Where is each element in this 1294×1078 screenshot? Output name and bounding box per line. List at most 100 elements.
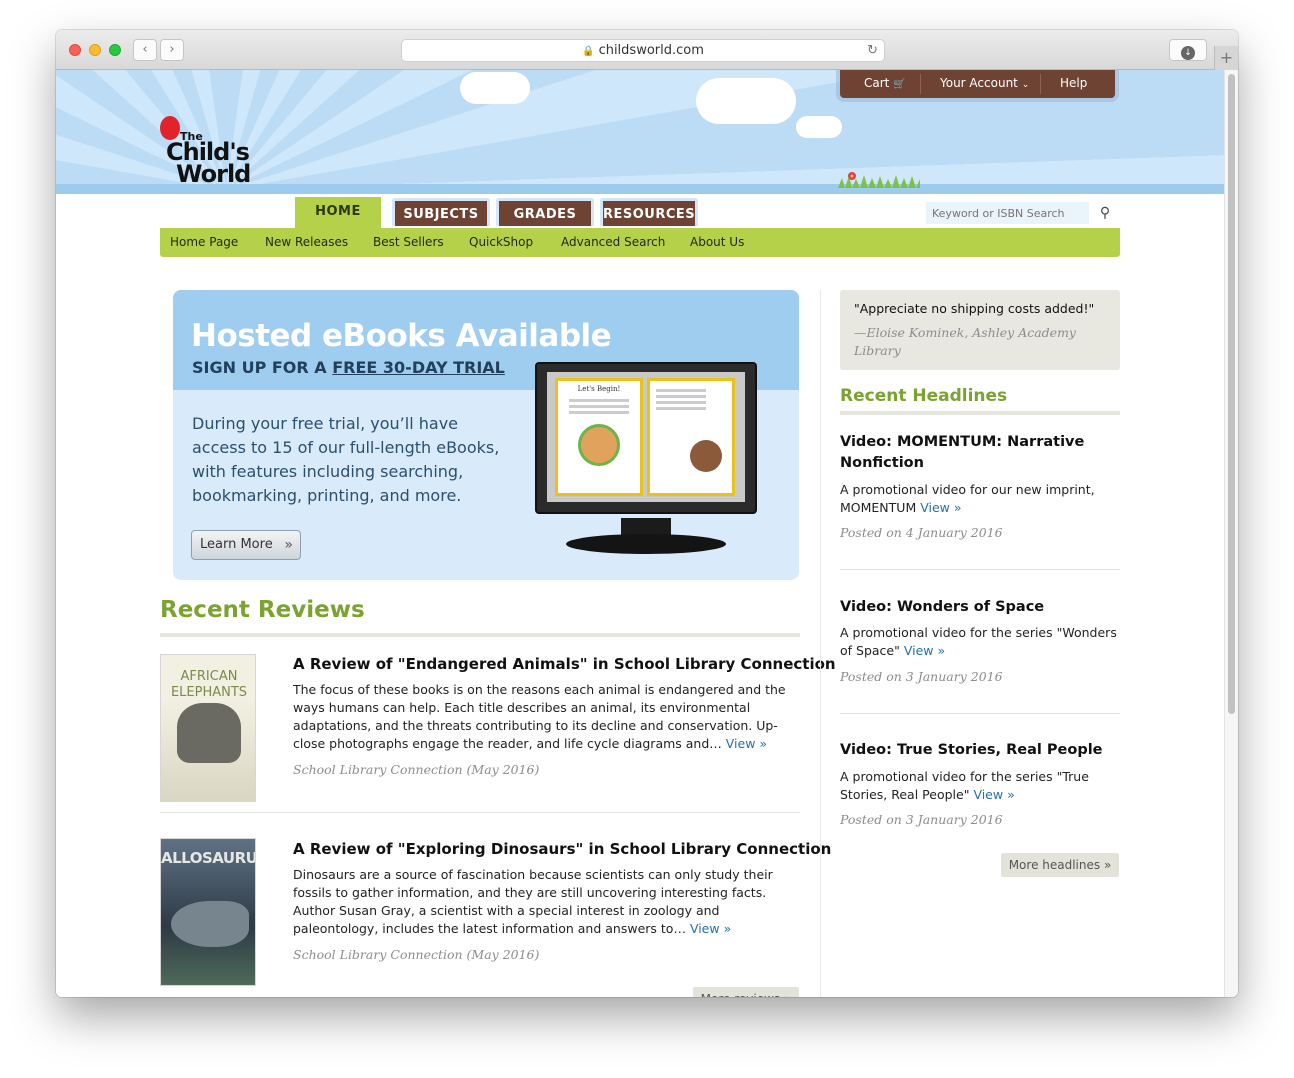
browser-toolbar: ‹ › 🔒 childsworld.com ↻ ↓ + <box>56 30 1238 70</box>
divider <box>160 812 800 813</box>
minimize-window-button[interactable] <box>89 44 101 56</box>
menu-divider <box>920 74 921 94</box>
section-rule <box>840 411 1120 415</box>
allosaurus-cover[interactable]: ALLOSAURUS <box>160 838 256 986</box>
cover-title: AFRICAN ELEPHANTS <box>170 669 248 700</box>
new-tab-button[interactable]: + <box>1214 46 1238 70</box>
keyword-isbn-search-input[interactable] <box>926 202 1089 224</box>
ebook-screen: Let's Begin! <box>547 372 745 502</box>
address-bar[interactable]: 🔒 childsworld.com ↻ <box>401 39 885 62</box>
zoom-window-button[interactable] <box>109 44 121 56</box>
tab-home[interactable]: HOME <box>292 194 384 232</box>
review-title[interactable]: A Review of "Endangered Animals" in Scho… <box>293 655 836 673</box>
subnav-home-page[interactable]: Home Page <box>170 228 238 257</box>
subnav-best-sellers[interactable]: Best Sellers <box>373 228 444 257</box>
monitor-base <box>566 534 726 554</box>
subnav-quickshop[interactable]: QuickShop <box>469 228 533 257</box>
lock-icon: 🔒 <box>582 46 595 57</box>
headline-title[interactable]: Video: True Stories, Real People <box>840 740 1120 761</box>
search-icon[interactable]: ⚲ <box>1094 202 1116 224</box>
headline-date: Posted on 4 January 2016 <box>840 525 1003 540</box>
your-account-link[interactable]: Your Account ⌄ <box>940 70 1029 98</box>
divider <box>840 713 1120 714</box>
monitor-illustration: Let's Begin! <box>535 362 757 514</box>
headline-title[interactable]: Video: Wonders of Space <box>840 597 1120 618</box>
banner-subtitle: SIGN UP FOR A FREE 30-DAY TRIAL <box>192 358 505 377</box>
chevron-down-icon: ⌄ <box>1021 80 1030 90</box>
headline-text: A promotional video for the series "True… <box>840 768 1125 804</box>
childs-world-logo[interactable]: The Child's World <box>156 116 276 188</box>
cloud-decoration <box>460 72 530 104</box>
recent-reviews-heading: Recent Reviews <box>160 597 365 623</box>
cover-title: ALLOSAURUS <box>161 849 255 867</box>
download-icon: ↓ <box>1181 46 1195 60</box>
headline-description: A promotional video for the series "True… <box>840 769 1089 802</box>
tab-grades[interactable]: GRADES <box>496 198 594 226</box>
review-source: School Library Connection (May 2016) <box>293 947 540 962</box>
divider <box>840 569 1120 570</box>
view-link[interactable]: View » <box>726 736 767 751</box>
banner-title: Hosted eBooks Available <box>191 318 612 354</box>
reload-icon[interactable]: ↻ <box>867 40 878 61</box>
balloon-icon <box>160 116 180 140</box>
tab-subjects[interactable]: SUBJECTS <box>392 198 490 226</box>
elephant-image <box>177 703 241 763</box>
hosted-ebooks-banner[interactable]: Hosted eBooks Available SIGN UP FOR A FR… <box>173 290 799 580</box>
subnav-about-us[interactable]: About Us <box>690 228 744 257</box>
testimonial-quote: "Appreciate no shipping costs added!" <box>854 301 1095 316</box>
review-text: The focus of these books is on the reaso… <box>293 682 786 751</box>
view-link[interactable]: View » <box>973 787 1014 802</box>
cloud-decoration <box>696 78 796 124</box>
ebook-page-right <box>647 378 735 496</box>
grass-flower-decoration <box>838 172 920 188</box>
browser-window: ‹ › 🔒 childsworld.com ↻ ↓ + Cart 🛒 Your A… <box>56 30 1238 997</box>
sub-navigation: Home Page New Releases Best Sellers Quic… <box>160 228 1120 257</box>
url-text: childsworld.com <box>598 43 704 58</box>
double-chevron-icon: » <box>284 537 293 553</box>
cart-label: Cart <box>864 76 890 90</box>
ebook-page-heading: Let's Begin! <box>577 385 621 393</box>
forward-button[interactable]: › <box>160 39 184 61</box>
your-account-label: Your Account <box>940 76 1018 90</box>
cloud-decoration <box>796 116 842 138</box>
african-elephants-cover[interactable]: AFRICAN ELEPHANTS <box>160 654 256 802</box>
dinosaur-image <box>171 901 249 947</box>
review-excerpt: Dinosaurs are a source of fascination be… <box>293 866 798 938</box>
tab-resources[interactable]: RESOURCES <box>600 198 698 226</box>
recent-headlines-heading: Recent Headlines <box>840 386 1008 406</box>
headline-date: Posted on 3 January 2016 <box>840 812 1003 827</box>
view-link[interactable]: View » <box>690 921 731 936</box>
web-page: Cart 🛒 Your Account ⌄ Help The Child's W… <box>56 70 1224 997</box>
close-window-button[interactable] <box>69 44 81 56</box>
free-trial-link[interactable]: FREE 30-DAY TRIAL <box>332 358 505 377</box>
vertical-scrollbar[interactable] <box>1224 70 1238 997</box>
menu-divider <box>1040 74 1041 94</box>
review-title[interactable]: A Review of "Exploring Dinosaurs" in Sch… <box>293 840 831 858</box>
subnav-advanced-search[interactable]: Advanced Search <box>561 228 665 257</box>
back-button[interactable]: ‹ <box>133 39 157 61</box>
headline-text: A promotional video for the series "Wond… <box>840 624 1125 660</box>
banner-body: During your free trial, you’ll have acce… <box>192 414 500 505</box>
cart-icon: 🛒 <box>893 79 906 90</box>
ebook-page-left: Let's Begin! <box>555 378 643 496</box>
view-link[interactable]: View » <box>904 643 945 658</box>
downloads-button[interactable]: ↓ <box>1169 39 1207 61</box>
learn-more-label: Learn More <box>200 537 273 552</box>
help-link[interactable]: Help <box>1060 70 1087 98</box>
headline-title[interactable]: Video: MOMENTUM: Narrative Nonfiction <box>840 432 1120 474</box>
section-rule <box>160 633 800 637</box>
more-headlines-button[interactable]: More headlines » <box>1001 853 1119 877</box>
testimonial-box: "Appreciate no shipping costs added!" —E… <box>840 290 1120 370</box>
subnav-new-releases[interactable]: New Releases <box>265 228 348 257</box>
review-excerpt: The focus of these books is on the reaso… <box>293 681 798 753</box>
cart-link[interactable]: Cart 🛒 <box>864 70 906 98</box>
column-divider <box>820 290 821 997</box>
scrollbar-thumb[interactable] <box>1228 74 1235 714</box>
view-link[interactable]: View » <box>920 500 961 515</box>
review-source: School Library Connection (May 2016) <box>293 762 540 777</box>
account-menu-bar: Cart 🛒 Your Account ⌄ Help <box>840 70 1115 98</box>
testimonial-author: —Eloise Kominek, Ashley Academy Library <box>854 325 1076 358</box>
learn-more-button[interactable]: Learn More » <box>191 530 301 560</box>
headline-date: Posted on 3 January 2016 <box>840 669 1003 684</box>
more-reviews-button[interactable]: More reviews » <box>693 987 799 997</box>
